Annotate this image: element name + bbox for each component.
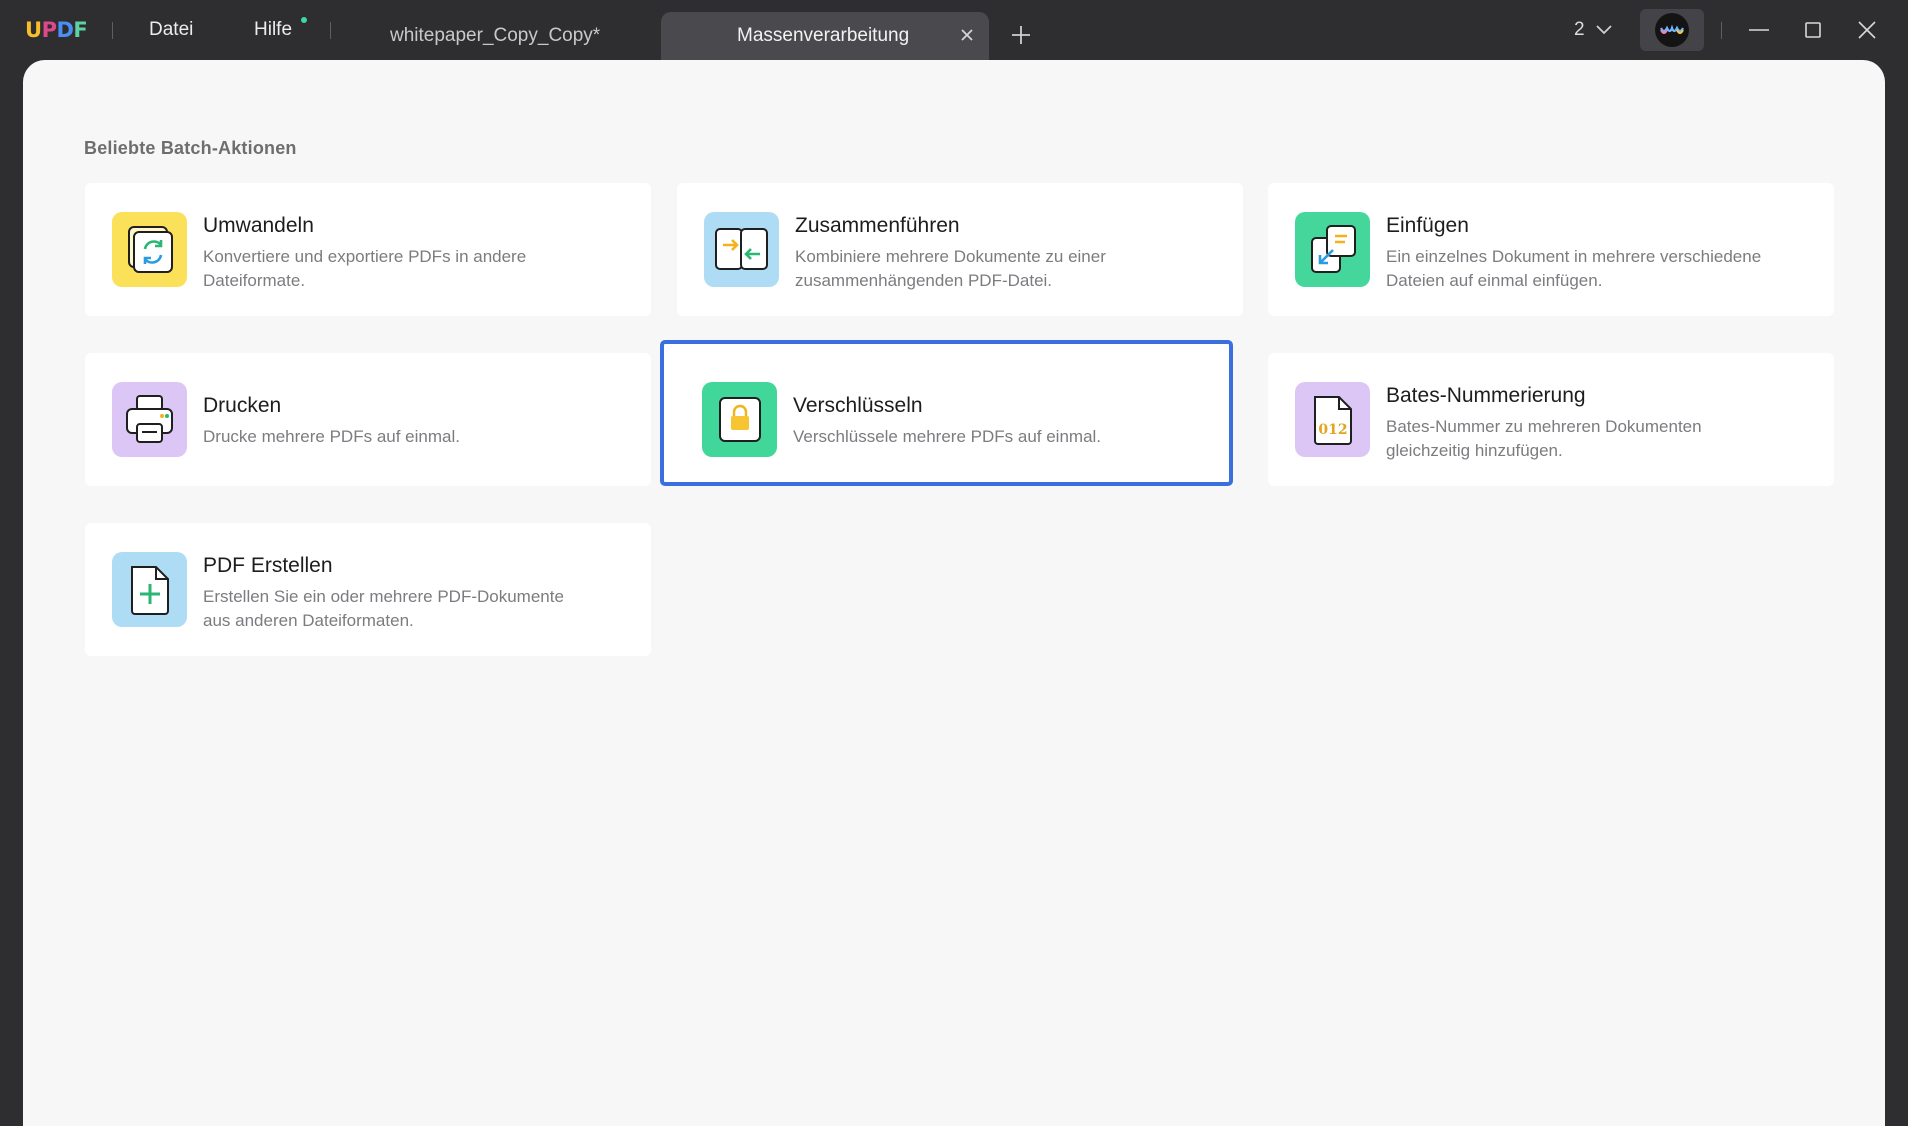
divider xyxy=(330,22,331,39)
card-merge[interactable]: Zusammenführen Kombiniere mehrere Dokume… xyxy=(677,183,1243,316)
card-description: Kombiniere mehrere Dokumente zu einer zu… xyxy=(795,247,1106,290)
avatar-wave-icon xyxy=(1660,24,1684,34)
card-title: Verschlüsseln xyxy=(793,394,923,417)
bates-number-icon: 012 xyxy=(1295,382,1370,457)
card-title: Drucken xyxy=(203,394,282,417)
card-description: Konvertiere und exportiere PDFs in ander… xyxy=(203,247,527,290)
card-title: Zusammenführen xyxy=(795,214,960,237)
convert-icon xyxy=(112,212,187,287)
tab-label: whitepaper_Copy_Copy* xyxy=(390,25,601,46)
card-description: Ein einzelnes Dokument in mehrere versch… xyxy=(1386,247,1762,290)
updf-logo[interactable]: UPDF xyxy=(25,18,88,42)
lock-icon xyxy=(702,382,777,457)
window-edge xyxy=(1885,60,1908,1126)
chevron-down-icon[interactable] xyxy=(1594,20,1614,40)
svg-text:012: 012 xyxy=(1318,422,1347,438)
add-tab-icon[interactable] xyxy=(1008,22,1034,48)
notification-dot xyxy=(301,17,307,23)
card-description: Verschlüssele mehrere PDFs auf einmal. xyxy=(793,427,1102,446)
close-window-icon[interactable] xyxy=(1853,16,1881,44)
card-description: Bates-Nummer zu mehreren Dokumenten glei… xyxy=(1386,417,1702,460)
page-count[interactable]: 2 xyxy=(1574,18,1585,42)
card-title: Bates-Nummerierung xyxy=(1386,384,1586,407)
merge-icon xyxy=(704,212,779,287)
minimize-icon[interactable] xyxy=(1745,16,1773,44)
menu-help[interactable]: Hilfe xyxy=(254,18,292,42)
create-pdf-icon xyxy=(112,552,187,627)
card-title: Umwandeln xyxy=(203,214,314,237)
maximize-icon[interactable] xyxy=(1799,16,1827,44)
title-bar: UPDF Datei Hilfe whitepaper_Copy_Copy* M… xyxy=(0,0,1908,60)
insert-icon xyxy=(1295,212,1370,287)
menu-file[interactable]: Datei xyxy=(149,18,193,42)
card-title: Einfügen xyxy=(1386,214,1469,237)
divider xyxy=(1721,22,1722,39)
divider xyxy=(112,22,113,39)
account-button[interactable] xyxy=(1640,9,1704,51)
avatar xyxy=(1655,13,1689,47)
tab-label: Massenverarbeitung xyxy=(737,25,910,46)
section-title: Beliebte Batch-Aktionen xyxy=(84,138,297,158)
tab-batch-processing[interactable]: Massenverarbeitung xyxy=(661,12,989,60)
card-bates-numbering[interactable]: 012 Bates-Nummerierung Bates-Nummer zu m… xyxy=(1268,353,1834,486)
close-tab-icon[interactable] xyxy=(957,12,977,60)
printer-icon xyxy=(112,382,187,457)
card-description: Erstellen Sie ein oder mehrere PDF-Dokum… xyxy=(203,587,564,630)
card-insert[interactable]: Einfügen Ein einzelnes Dokument in mehre… xyxy=(1268,183,1834,316)
card-create-pdf[interactable]: PDF Erstellen Erstellen Sie ein oder meh… xyxy=(85,523,651,656)
batch-panel: Beliebte Batch-Aktionen Umwandeln Konver… xyxy=(23,60,1885,1126)
card-convert[interactable]: Umwandeln Konvertiere und exportiere PDF… xyxy=(85,183,651,316)
card-description: Drucke mehrere PDFs auf einmal. xyxy=(203,427,460,446)
card-title: PDF Erstellen xyxy=(203,554,333,577)
card-encrypt[interactable]: Verschlüsseln Verschlüssele mehrere PDFs… xyxy=(660,340,1233,486)
tab-whitepaper[interactable]: whitepaper_Copy_Copy* xyxy=(340,12,660,60)
card-print[interactable]: Drucken Drucke mehrere PDFs auf einmal. xyxy=(85,353,651,486)
